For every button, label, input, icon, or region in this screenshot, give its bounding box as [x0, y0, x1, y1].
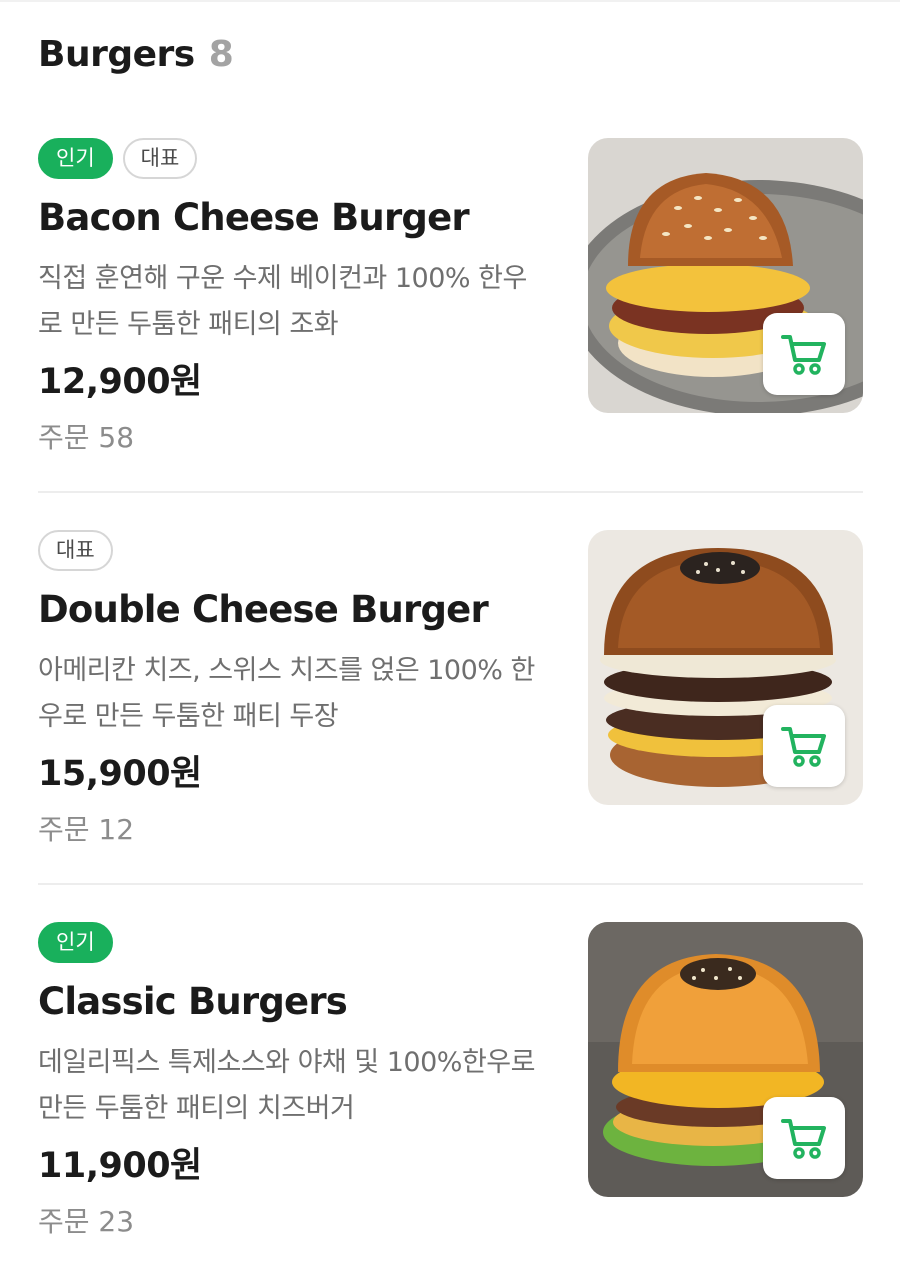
badge-row: 인기 대표	[38, 138, 198, 179]
badge-row: 인기	[38, 922, 113, 963]
item-order-count: 주문 23	[38, 1205, 135, 1238]
item-order-count: 주문 12	[38, 813, 135, 846]
add-to-cart-button[interactable]	[763, 705, 845, 787]
item-photo[interactable]	[588, 922, 863, 1197]
item-description: 직접 훈연해 구운 수제 베이컨과 100% 한우로 만든 두툼한 패티의 조화	[38, 263, 527, 340]
item-photo[interactable]	[588, 530, 863, 805]
section-title: Burgers	[38, 34, 195, 75]
add-to-cart-button[interactable]	[763, 313, 845, 395]
item-order-count: 주문 58	[38, 421, 135, 454]
signature-badge: 대표	[122, 138, 198, 179]
menu-item[interactable]: 인기 Classic Burgers 데일리픽스 특제소스와 야채 및 100%…	[0, 884, 900, 1276]
item-name: Double Cheese Burger	[38, 588, 489, 631]
badge-row: 대표	[38, 530, 113, 571]
menu-item[interactable]: 인기 대표 Bacon Cheese Burger 직접 훈연해 구운 수제 베…	[0, 100, 900, 493]
section-header: Burgers 8	[38, 34, 234, 75]
item-description: 데일리픽스 특제소스와 야채 및 100%한우로 만든 두툼한 패티의 치즈버거	[38, 1047, 535, 1124]
popular-badge: 인기	[38, 922, 113, 963]
menu-item[interactable]: 대표 Double Cheese Burger 아메리칸 치즈, 스위스 치즈를…	[0, 492, 900, 885]
cart-icon	[781, 335, 826, 375]
item-price: 12,900원	[38, 362, 202, 402]
item-name: Bacon Cheese Burger	[38, 196, 470, 239]
item-price: 15,900원	[38, 754, 202, 794]
item-name: Classic Burgers	[38, 980, 348, 1023]
cart-icon	[781, 1119, 826, 1159]
cart-icon	[781, 727, 826, 767]
add-to-cart-button[interactable]	[763, 1097, 845, 1179]
popular-badge: 인기	[38, 138, 113, 179]
signature-badge: 대표	[38, 530, 113, 571]
top-divider	[0, 0, 900, 2]
section-count: 8	[208, 34, 234, 75]
item-description: 아메리칸 치즈, 스위스 치즈를 얹은 100% 한우로 만든 두툼한 패티 두…	[38, 655, 535, 732]
item-photo[interactable]	[588, 138, 863, 413]
item-price: 11,900원	[38, 1146, 202, 1186]
